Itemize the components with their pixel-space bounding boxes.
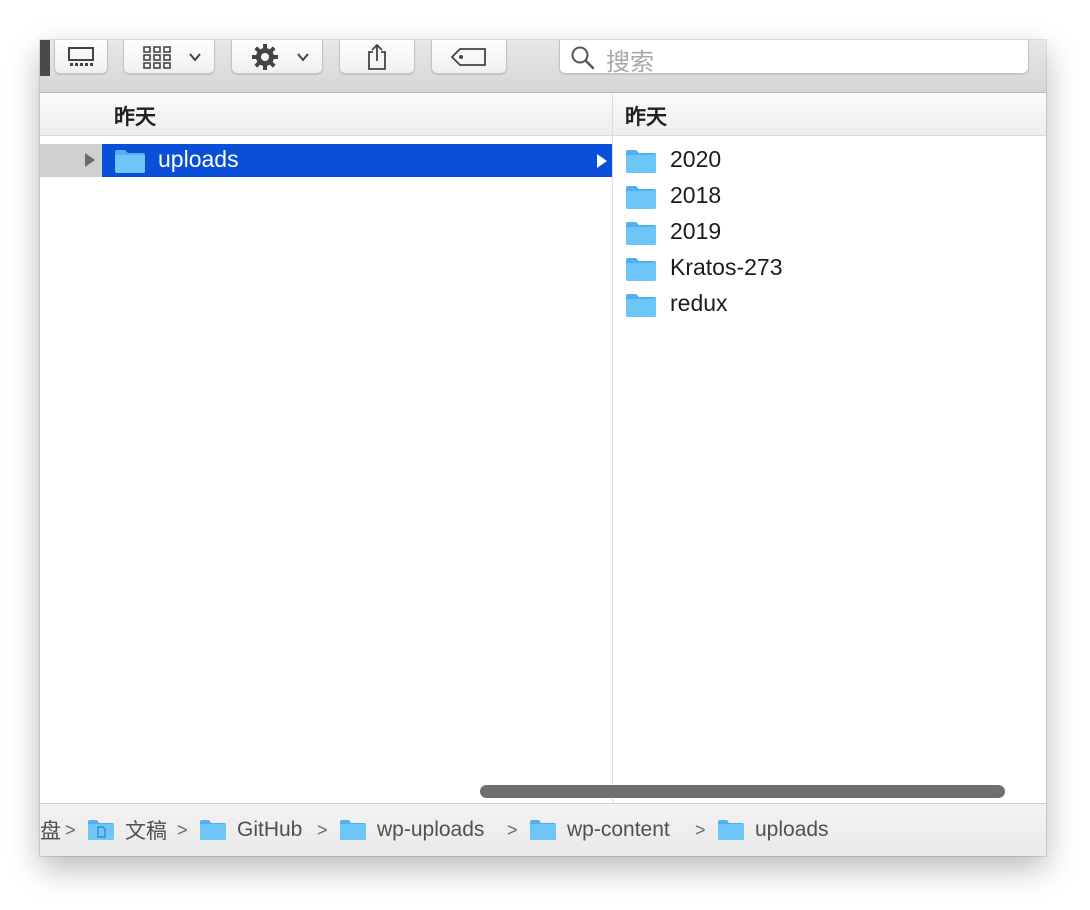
chevron-down-icon bbox=[189, 53, 201, 62]
folder-row[interactable]: 2019 bbox=[613, 216, 1046, 250]
folder-icon bbox=[340, 820, 366, 840]
grid-icon bbox=[143, 45, 171, 69]
path-crumb-label: 盘 bbox=[40, 820, 61, 843]
folder-label: 2019 bbox=[670, 218, 722, 244]
folder-label: uploads bbox=[158, 146, 239, 172]
disclosure-arrow-icon bbox=[597, 154, 607, 168]
path-crumb-documents[interactable]: 文稿 bbox=[87, 814, 167, 846]
path-crumb-drive[interactable]: 盘 bbox=[40, 814, 61, 846]
folder-row-uploads[interactable]: uploads bbox=[102, 144, 612, 177]
action-menu-button[interactable] bbox=[231, 40, 323, 74]
cover-flow-icon bbox=[68, 46, 94, 66]
folder-icon bbox=[718, 820, 744, 840]
folder-row[interactable]: redux bbox=[613, 288, 1046, 322]
path-bar: 盘 > 文稿 > GitHub > wp-uploads > wp-conten… bbox=[40, 803, 1046, 856]
path-separator: > bbox=[317, 820, 328, 840]
folder-row[interactable]: Kratos-273 bbox=[613, 252, 1046, 286]
folder-icon bbox=[200, 820, 226, 840]
folder-icon bbox=[626, 186, 656, 209]
path-crumb-label: wp-uploads bbox=[377, 818, 485, 841]
path-crumb-label: 文稿 bbox=[125, 820, 167, 843]
folder-label: Kratos-273 bbox=[670, 254, 783, 280]
browser-column-3[interactable]: 昨天 2020 2018 2019 Kratos-273 redux bbox=[613, 93, 1046, 803]
folder-row[interactable]: 2018 bbox=[613, 180, 1046, 214]
folder-icon bbox=[626, 258, 656, 281]
browser-column-2[interactable]: 昨天 uploads bbox=[102, 93, 613, 803]
folder-label: redux bbox=[670, 290, 728, 316]
browser-column-1[interactable] bbox=[40, 93, 103, 803]
group-view-button[interactable] bbox=[123, 40, 215, 74]
path-separator: > bbox=[65, 820, 76, 840]
column-header bbox=[40, 93, 102, 136]
path-crumb-uploads[interactable]: uploads bbox=[717, 814, 829, 846]
folder-icon bbox=[115, 150, 145, 173]
tag-icon bbox=[450, 47, 486, 66]
finder-window: 搜索 昨天 uploads 昨天 2020 2018 2019 Kratos-2… bbox=[40, 40, 1046, 856]
toolbar: 搜索 bbox=[40, 40, 1046, 93]
folder-label: 2018 bbox=[670, 182, 722, 208]
folder-icon bbox=[626, 294, 656, 317]
search-icon bbox=[571, 46, 595, 70]
gear-icon bbox=[252, 43, 278, 70]
path-crumb-label: uploads bbox=[755, 818, 829, 841]
path-crumb-wp-content[interactable]: wp-content bbox=[529, 814, 670, 846]
folder-icon bbox=[530, 820, 556, 840]
horizontal-scrollbar[interactable] bbox=[480, 785, 1005, 798]
tags-button[interactable] bbox=[431, 40, 507, 74]
column-header-label: 昨天 bbox=[114, 106, 156, 129]
column-header: 昨天 bbox=[102, 93, 612, 136]
share-icon bbox=[368, 43, 386, 70]
path-crumb-github[interactable]: GitHub bbox=[199, 814, 302, 846]
path-separator: > bbox=[507, 820, 518, 840]
path-crumb-label: wp-content bbox=[567, 818, 670, 841]
chevron-down-icon bbox=[297, 53, 309, 62]
column-header: 昨天 bbox=[613, 93, 1046, 136]
path-separator: > bbox=[695, 820, 706, 840]
search-field[interactable]: 搜索 bbox=[559, 40, 1029, 76]
path-separator: > bbox=[177, 820, 188, 840]
folder-label: 2020 bbox=[670, 146, 722, 172]
folder-icon bbox=[626, 150, 656, 173]
column-header-label: 昨天 bbox=[625, 106, 667, 129]
cover-flow-view-button[interactable] bbox=[54, 40, 108, 74]
folder-icon bbox=[626, 222, 656, 245]
disclosure-arrow-icon bbox=[85, 153, 95, 167]
folder-row[interactable]: 2020 bbox=[613, 144, 1046, 178]
path-crumb-wp-uploads[interactable]: wp-uploads bbox=[339, 814, 484, 846]
toolbar-edge bbox=[40, 40, 50, 76]
path-crumb-label: GitHub bbox=[237, 818, 303, 841]
search-placeholder: 搜索 bbox=[606, 49, 654, 76]
share-button[interactable] bbox=[339, 40, 415, 74]
documents-folder-icon bbox=[88, 820, 114, 840]
